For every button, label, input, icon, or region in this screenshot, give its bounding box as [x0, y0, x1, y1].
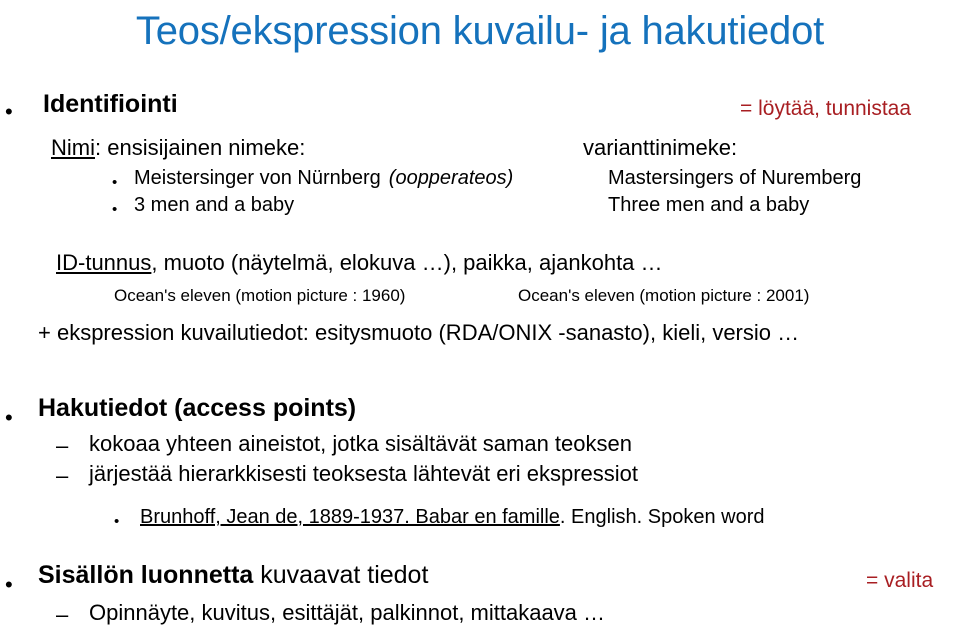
- note-sisallon: = valita: [866, 569, 934, 592]
- example-2-right: Three men and a baby: [608, 194, 810, 216]
- example-1-left-text: Meistersinger von Nürnberg: [134, 167, 381, 189]
- dash-icon-hakutiedot-2: –: [56, 463, 69, 488]
- hakutiedot-point-1: kokoaa yhteen aineistot, jotka sisältävä…: [89, 431, 632, 456]
- sisallon-heading-bold: Sisällön luonnetta: [38, 561, 254, 589]
- hakutiedot-point-2: järjestää hierarkkisesti teoksesta lähte…: [89, 461, 639, 486]
- brunhoff-plain-part: . English. Spoken word: [559, 506, 765, 528]
- bullet-icon-hakutiedot: •: [5, 405, 13, 430]
- slide-canvas: Teos/ekspression kuvailu- ja hakutiedot …: [0, 0, 960, 631]
- label-nimi-row: Nimi: ensisijainen nimeke:: [51, 134, 305, 161]
- label-idtunnus: ID-tunnus: [56, 250, 152, 275]
- label-nimi-rest: : ensisijainen nimeke:: [95, 135, 306, 160]
- brunhoff-underlined-part: Brunhoff, Jean de, 1889-1937. Babar en f…: [140, 506, 560, 528]
- bullet-icon-sisallon: •: [5, 572, 13, 597]
- bullet-icon-brunhoff: •: [114, 513, 120, 530]
- section-heading-sisallon: Sisällön luonnetta kuvaavat tiedot: [38, 560, 428, 590]
- page-title: Teos/ekspression kuvailu- ja hakutiedot: [135, 9, 825, 53]
- sisallon-heading-rest: kuvaavat tiedot: [253, 561, 429, 589]
- ocean-eleven-2001: Ocean's eleven (motion picture : 2001): [518, 286, 810, 305]
- example-1-left: Meistersinger von Nürnberg (oopperateos): [134, 166, 513, 191]
- note-identifiointi: = löytää, tunnistaa: [740, 97, 912, 120]
- bullet-icon-identifiointi: •: [5, 99, 13, 124]
- dash-icon-hakutiedot-1: –: [56, 433, 69, 458]
- bullet-icon-example-1: •: [112, 174, 118, 191]
- dash-icon-sisallon-1: –: [56, 602, 69, 627]
- section-heading-hakutiedot: Hakutiedot (access points): [38, 394, 357, 422]
- bullet-icon-example-2: •: [112, 201, 118, 218]
- section-heading-identifiointi: Identifiointi: [43, 90, 178, 118]
- example-1-left-italic: (oopperateos): [388, 167, 514, 189]
- label-idtunnus-rest: , muoto (näytelmä, elokuva …), paikka, a…: [151, 250, 663, 275]
- example-2-left: 3 men and a baby: [134, 194, 295, 216]
- ekspressio-kuvailutiedot-line: + ekspression kuvailutiedot: esitysmuoto…: [38, 320, 800, 345]
- label-idtunnus-row: ID-tunnus, muoto (näytelmä, elokuva …), …: [56, 249, 663, 276]
- hakutiedot-example-brunhoff: Brunhoff, Jean de, 1889-1937. Babar en f…: [140, 505, 764, 530]
- example-1-right: Mastersingers of Nuremberg: [608, 167, 862, 189]
- sisallon-point-1: Opinnäyte, kuvitus, esittäjät, palkinnot…: [89, 600, 606, 625]
- label-varianttinimeke: varianttinimeke:: [583, 135, 738, 160]
- ocean-eleven-1960: Ocean's eleven (motion picture : 1960): [114, 286, 406, 305]
- label-nimi: Nimi: [51, 135, 95, 160]
